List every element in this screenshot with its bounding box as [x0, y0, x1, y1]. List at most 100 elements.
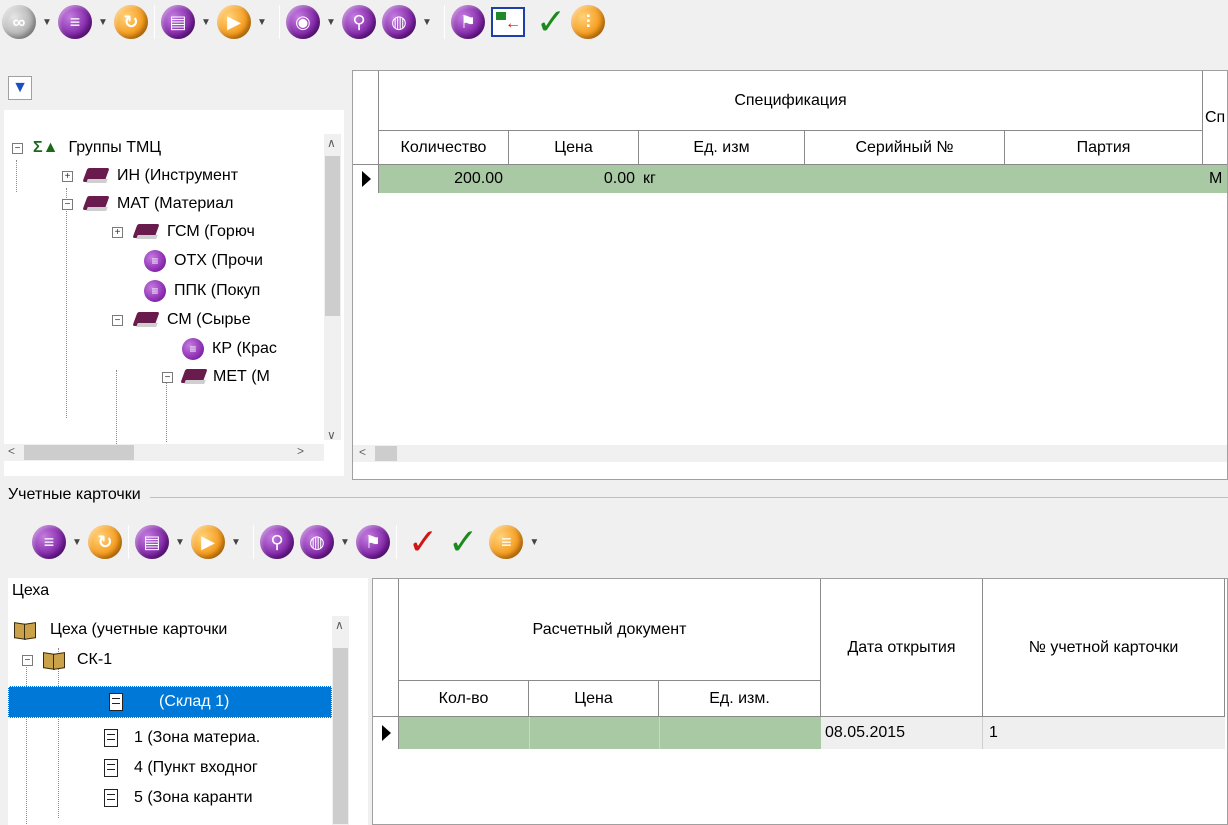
cell-unit[interactable]	[659, 719, 821, 747]
print-button[interactable]: ▤	[161, 2, 195, 42]
orange-document-dropdown[interactable]: ▼	[527, 537, 541, 548]
column-header-qty[interactable]: Кол-во	[399, 681, 529, 717]
globe-button[interactable]: ◍	[300, 522, 334, 562]
link-button[interactable]: ∞	[2, 2, 36, 42]
group-header-label: Спецификация	[734, 91, 847, 109]
table-row[interactable]: 08.05.2015 1	[373, 717, 1227, 749]
export-window-button[interactable]	[485, 2, 531, 42]
column-header-price[interactable]: Цена	[509, 131, 639, 165]
expand-icon[interactable]: +	[62, 170, 73, 182]
green-check-button[interactable]: ✓	[443, 522, 483, 562]
tree-item[interactable]: ≡ ОТХ (Прочи	[144, 247, 263, 275]
refresh-button[interactable]: ↻	[114, 2, 148, 42]
column-header-price[interactable]: Цена	[529, 681, 659, 717]
red-check-button[interactable]: ✓	[403, 522, 443, 562]
vertical-splitter[interactable]	[344, 70, 352, 480]
scroll-down-icon[interactable]: ∨	[327, 428, 336, 442]
scrollbar-thumb[interactable]	[325, 156, 340, 316]
document-dropdown[interactable]: ▼	[96, 17, 110, 28]
view-dropdown[interactable]: ▼	[324, 17, 338, 28]
scroll-up-icon[interactable]: ∧	[327, 136, 336, 150]
current-row-arrow-icon	[362, 171, 371, 187]
tree-item[interactable]: Цеха (учетные карточки	[14, 616, 227, 644]
collapse-icon[interactable]: −	[12, 142, 23, 154]
collapse-icon[interactable]: −	[112, 314, 123, 326]
column-header-unit[interactable]: Ед. изм	[639, 131, 805, 165]
funnel-icon[interactable]: ▼	[8, 76, 32, 100]
collapse-icon[interactable]: −	[62, 198, 73, 210]
tree-item[interactable]: − МЕТ (М	[162, 363, 270, 391]
collapse-icon[interactable]: −	[162, 371, 173, 383]
globe-dropdown[interactable]: ▼	[420, 17, 434, 28]
table-row[interactable]: 200.00 0.00 кг М	[353, 165, 1227, 193]
tree-item[interactable]: 1 (Зона материа.	[104, 724, 260, 752]
collapse-icon[interactable]: −	[22, 654, 33, 666]
tree-horizontal-scrollbar[interactable]: < >	[4, 444, 324, 461]
workshops-vertical-scrollbar[interactable]: ∧	[332, 616, 349, 825]
scrollbar-thumb[interactable]	[375, 446, 397, 461]
tree-item-selected[interactable]: (Склад 1)	[8, 686, 332, 718]
orange-document-button[interactable]: ≡	[489, 522, 524, 562]
tree-item[interactable]: − СК-1	[22, 646, 112, 674]
scroll-left-icon[interactable]: <	[8, 444, 15, 458]
search-button[interactable]: ⚲	[342, 2, 376, 42]
column-header-batch[interactable]: Партия	[1005, 131, 1203, 165]
tree-item[interactable]: ≡ ППК (Покуп	[144, 277, 260, 305]
confirm-button[interactable]: ✓	[531, 2, 571, 42]
expand-icon[interactable]: +	[112, 226, 123, 238]
cell-quantity[interactable]: 200.00	[379, 165, 509, 193]
spec-horizontal-scrollbar[interactable]: <	[353, 445, 1227, 462]
column-header-open-date[interactable]: Дата открытия	[821, 579, 983, 717]
tree-item[interactable]: − МАТ (Материал	[62, 190, 233, 218]
column-header-quantity[interactable]: Количество	[379, 131, 509, 165]
flag-button[interactable]: ⚑	[451, 2, 485, 42]
cell-card-number[interactable]: 1	[989, 719, 1225, 747]
print-dropdown[interactable]: ▼	[173, 537, 187, 548]
cell-cut[interactable]: М	[1209, 165, 1227, 193]
play-dropdown[interactable]: ▼	[229, 537, 243, 548]
tree-vertical-scrollbar[interactable]: ∧ ∨	[324, 134, 341, 442]
flag-button[interactable]: ⚑	[356, 522, 390, 562]
scroll-up-icon[interactable]: ∧	[335, 618, 344, 632]
tree-item[interactable]: 4 (Пункт входног	[104, 754, 258, 782]
cell-qty[interactable]	[399, 719, 529, 747]
print-dropdown[interactable]: ▼	[199, 17, 213, 28]
scrollbar-thumb[interactable]	[333, 648, 348, 824]
play-dropdown[interactable]: ▼	[255, 17, 269, 28]
cell-price[interactable]	[529, 719, 659, 747]
document-button[interactable]: ≡	[58, 2, 92, 42]
tree-item[interactable]: 5 (Зона каранти	[104, 784, 253, 812]
document-dropdown[interactable]: ▼	[70, 537, 84, 548]
view-button[interactable]: ◉	[286, 2, 320, 42]
tree-item[interactable]: + ГСМ (Горюч	[112, 218, 255, 246]
refresh-icon: ↻	[88, 525, 122, 559]
play-button[interactable]: ▶	[217, 2, 251, 42]
tree-item[interactable]: ≡ КР (Крас	[182, 335, 277, 363]
scrollbar-thumb[interactable]	[24, 445, 134, 460]
globe-button[interactable]: ◍	[382, 2, 416, 42]
current-row-arrow-icon	[382, 725, 391, 741]
cell-price[interactable]: 0.00	[509, 165, 639, 193]
refresh-button[interactable]: ↻	[88, 522, 122, 562]
header-label: Цена	[554, 138, 593, 156]
globe-dropdown[interactable]: ▼	[338, 537, 352, 548]
play-button[interactable]: ▶	[191, 522, 225, 562]
cell-serial[interactable]	[805, 165, 1005, 193]
document-button[interactable]: ≡	[32, 522, 66, 562]
scroll-right-icon[interactable]: >	[297, 444, 304, 458]
link-dropdown[interactable]: ▼	[40, 17, 54, 28]
tree-item[interactable]: − Σ▲ Группы ТМЦ	[12, 134, 161, 162]
tree-item[interactable]: − СМ (Сырье	[112, 306, 251, 334]
search-button[interactable]: ⚲	[260, 522, 294, 562]
cell-unit[interactable]: кг	[643, 165, 803, 193]
tree-item[interactable]: + ИН (Инструмент	[62, 162, 238, 190]
specification-grid: Спецификация Сп Количество Цена Ед. изм …	[352, 70, 1228, 480]
filter-settings-button[interactable]: ⫶	[571, 2, 606, 42]
cell-batch[interactable]	[1005, 165, 1203, 193]
scroll-left-icon[interactable]: <	[359, 445, 366, 459]
print-button[interactable]: ▤	[135, 522, 169, 562]
cell-open-date[interactable]: 08.05.2015	[825, 719, 981, 747]
column-header-card-number[interactable]: № учетной карточки	[983, 579, 1225, 717]
column-header-serial[interactable]: Серийный №	[805, 131, 1005, 165]
column-header-unit[interactable]: Ед. изм.	[659, 681, 821, 717]
